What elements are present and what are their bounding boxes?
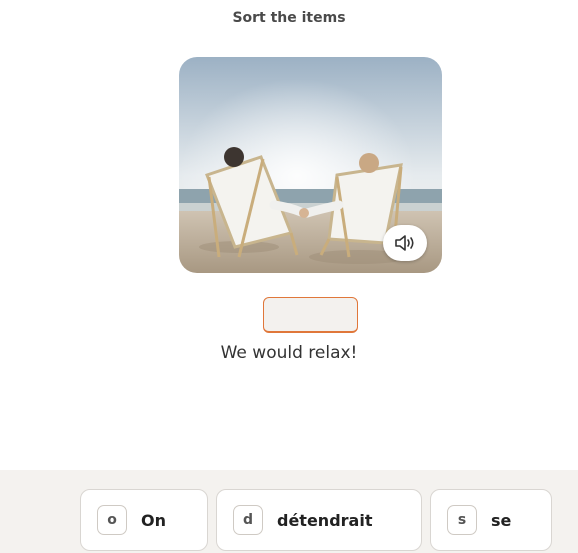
tile-word: On — [141, 510, 166, 530]
play-audio-button[interactable] — [383, 225, 427, 261]
tile-word: se — [491, 510, 512, 530]
tile-key-hint: o — [97, 505, 127, 535]
exercise-screen: Sort the items We would relax! o On d dé… — [0, 0, 578, 553]
tile-key-hint: s — [447, 505, 477, 535]
word-tile-detendrait[interactable]: d détendrait — [216, 489, 422, 551]
word-tile-se[interactable]: s se — [430, 489, 552, 551]
translation-text: We would relax! — [220, 343, 358, 363]
word-tile-on[interactable]: o On — [80, 489, 208, 551]
answer-drop-slot[interactable] — [263, 297, 358, 333]
tile-key-hint: d — [233, 505, 263, 535]
tile-word: détendrait — [277, 510, 373, 530]
speaker-icon — [395, 235, 414, 251]
exercise-instruction: Sort the items — [232, 10, 346, 26]
